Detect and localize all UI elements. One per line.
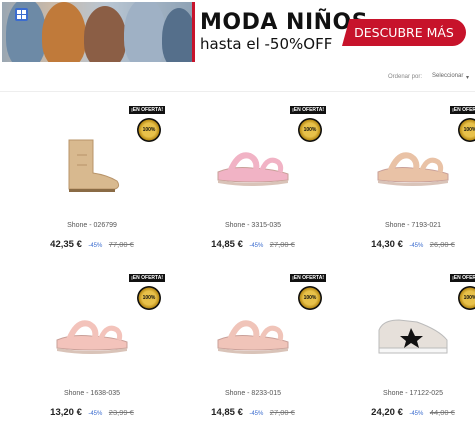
- product-name[interactable]: Shone - 1638-035: [17, 390, 167, 397]
- discover-button[interactable]: DESCUBRE MÁS: [342, 19, 466, 46]
- discount-label: -45%: [249, 411, 264, 417]
- sort-label: Ordenar por:: [388, 74, 423, 80]
- sale-badge: ¡EN OFERTA!: [450, 274, 475, 282]
- product-name[interactable]: Shone - 8233-015: [178, 390, 328, 397]
- discount-label: -45%: [88, 243, 103, 249]
- promo-banner[interactable]: MODA NIÑOS hasta el -50%OFF DESCUBRE MÁS: [0, 0, 475, 64]
- quality-seal-icon: 100%: [137, 118, 161, 142]
- sandal-image: [217, 152, 289, 186]
- product-card[interactable]: ¡EN OFERTA! 100% Shone - 7193-021 14,30 …: [338, 104, 475, 274]
- sandal-image: [56, 320, 128, 354]
- product-image[interactable]: [365, 119, 461, 211]
- product-card[interactable]: ¡EN OFERTA! 100% Shone - 026799 42,35 € …: [17, 104, 167, 274]
- price-row: 42,35 € -45% 77,00 €: [17, 234, 167, 252]
- sneaker-image: [378, 319, 448, 354]
- sale-badge: ¡EN OFERTA!: [290, 106, 326, 114]
- product-price: 13,20 €: [50, 407, 82, 418]
- price-row: 13,20 € -45% 23,99 €: [17, 402, 167, 420]
- price-row: 14,30 € -45% 26,00 €: [338, 234, 475, 252]
- discount-label: -45%: [409, 243, 424, 249]
- product-name[interactable]: Shone - 026799: [17, 222, 167, 229]
- product-price: 42,35 €: [50, 239, 82, 250]
- product-image[interactable]: [365, 287, 461, 379]
- product-name[interactable]: Shone - 17122-025: [338, 390, 475, 397]
- boot-image: [68, 139, 120, 192]
- product-name[interactable]: Shone - 3315-035: [178, 222, 328, 229]
- old-price: 27,00 €: [269, 240, 295, 249]
- sandal-image: [217, 320, 289, 354]
- sandal-image: [377, 152, 449, 186]
- discount-label: -45%: [88, 411, 103, 417]
- product-card[interactable]: ¡EN OFERTA! 100% Shone - 17122-025 24,20…: [338, 272, 475, 442]
- quality-seal-icon: 100%: [137, 286, 161, 310]
- product-card[interactable]: ¡EN OFERTA! 100% Shone - 8233-015 14,85 …: [178, 272, 328, 442]
- product-price: 14,85 €: [211, 407, 243, 418]
- old-price: 23,99 €: [108, 408, 134, 417]
- banner-photo: [2, 2, 192, 62]
- grid-view-icon[interactable]: [15, 8, 28, 21]
- price-row: 24,20 € -45% 44,00 €: [338, 402, 475, 420]
- quality-seal-icon: 100%: [298, 286, 322, 310]
- product-image[interactable]: [205, 119, 301, 211]
- product-image[interactable]: [44, 119, 140, 211]
- discount-label: -45%: [409, 411, 424, 417]
- price-row: 14,85 € -45% 27,00 €: [178, 402, 328, 420]
- old-price: 27,00 €: [269, 408, 295, 417]
- product-image[interactable]: [205, 287, 301, 379]
- old-price: 26,00 €: [429, 240, 455, 249]
- banner-divider: [192, 2, 195, 62]
- banner-title: MODA NIÑOS: [200, 10, 369, 35]
- sale-badge: ¡EN OFERTA!: [450, 106, 475, 114]
- chevron-down-icon[interactable]: ▾: [466, 74, 469, 81]
- product-price: 24,20 €: [371, 407, 403, 418]
- quality-seal-icon: 100%: [298, 118, 322, 142]
- product-price: 14,85 €: [211, 239, 243, 250]
- product-card[interactable]: ¡EN OFERTA! 100% Shone - 3315-035 14,85 …: [178, 104, 328, 274]
- product-price: 14,30 €: [371, 239, 403, 250]
- discount-label: -45%: [249, 243, 264, 249]
- sale-badge: ¡EN OFERTA!: [129, 274, 165, 282]
- product-card[interactable]: ¡EN OFERTA! 100% Shone - 1638-035 13,20 …: [17, 272, 167, 442]
- product-image[interactable]: [44, 287, 140, 379]
- sale-badge: ¡EN OFERTA!: [129, 106, 165, 114]
- product-name[interactable]: Shone - 7193-021: [338, 222, 475, 229]
- sale-badge: ¡EN OFERTA!: [290, 274, 326, 282]
- sort-select[interactable]: Seleccionar: [432, 73, 463, 79]
- price-row: 14,85 € -45% 27,00 €: [178, 234, 328, 252]
- old-price: 77,00 €: [108, 240, 134, 249]
- old-price: 44,00 €: [429, 408, 455, 417]
- banner-subtitle: hasta el -50%OFF: [200, 35, 333, 53]
